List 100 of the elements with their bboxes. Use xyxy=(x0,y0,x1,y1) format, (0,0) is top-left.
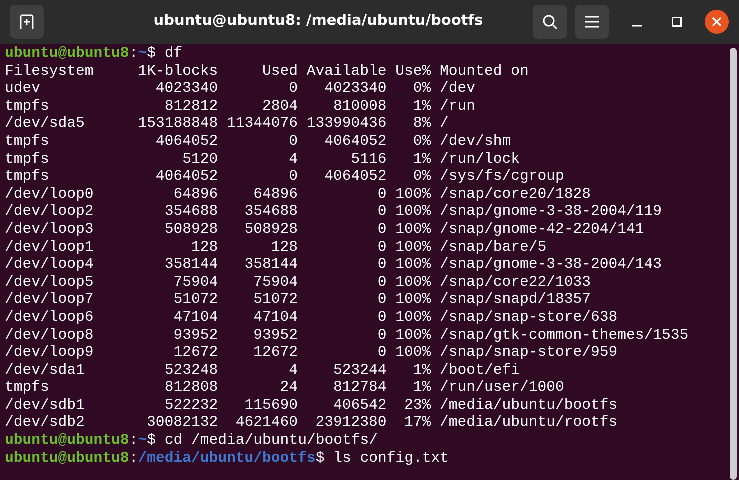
table-cell-text: 4 xyxy=(288,362,298,380)
table-cell-text: 0 xyxy=(376,240,387,258)
table-cell-text: /snap/snap-store/959 xyxy=(440,345,619,363)
table-cell-text: 0% xyxy=(412,81,432,99)
table-cell: 100% xyxy=(396,310,432,328)
table-cell-text: /boot/efi xyxy=(440,362,521,380)
table-cell-text: /snap/core22/1033 xyxy=(440,274,592,292)
command-text: df xyxy=(164,46,183,64)
table-cell-text: /media/ubuntu/rootfs xyxy=(440,415,619,434)
table-cell-text: 64896 xyxy=(172,186,218,204)
table-cell-text: 24 xyxy=(279,380,298,398)
table-cell-text: 93952 xyxy=(172,328,218,346)
table-cell-text: 47104 xyxy=(172,310,218,328)
table-cell-text: 4064052 xyxy=(324,134,387,152)
table-cell: 100% xyxy=(396,292,432,310)
search-button[interactable] xyxy=(533,5,567,39)
table-cell: 11344076 xyxy=(226,116,298,134)
table-cell: 100% xyxy=(396,186,432,204)
table-cell-text: 23% xyxy=(404,398,432,416)
table-cell-text: 4023340 xyxy=(324,81,387,99)
scrollbar[interactable] xyxy=(730,48,737,480)
table-cell: 100% xyxy=(396,240,432,258)
table-cell-text: 75904 xyxy=(252,274,298,292)
command-text: cd /media/ubuntu/bootfs/ xyxy=(164,433,378,451)
table-cell-text: /dev/loop4 xyxy=(5,257,95,275)
new-tab-button[interactable] xyxy=(10,5,44,39)
table-cell-text: 1% xyxy=(412,98,432,116)
table-cell: 100% xyxy=(396,274,432,292)
table-cell: 100% xyxy=(396,328,432,346)
table-cell-text: tmpfs xyxy=(5,98,50,116)
table-cell-text: /snap/gnome-3-38-2004/119 xyxy=(440,204,664,222)
prompt-symbol: $ xyxy=(316,450,325,468)
table-cell-text: 0 xyxy=(376,257,387,275)
table-cell-text: 4064052 xyxy=(324,169,387,187)
table-cell-text: /sys/fs/cgroup xyxy=(440,169,566,187)
menu-button[interactable] xyxy=(575,5,609,39)
table-cell-text: /dev/loop6 xyxy=(5,310,95,328)
table-cell-text: 1% xyxy=(412,362,432,380)
table-cell-text: 128 xyxy=(270,240,298,258)
table-cell-text: 812784 xyxy=(332,380,387,398)
table-cell-text: 51072 xyxy=(172,292,218,310)
table-cell-text: 4621460 xyxy=(234,415,298,433)
table-cell-text: 12672 xyxy=(252,345,298,363)
table-cell-text: /dev/loop9 xyxy=(5,345,95,363)
table-cell-text: 0 xyxy=(376,328,387,346)
close-icon xyxy=(712,17,722,27)
table-cell-text: tmpfs xyxy=(5,169,50,187)
prompt-path: /media/ubuntu/bootfs xyxy=(138,450,316,468)
table-cell-text: 523248 xyxy=(164,362,218,380)
table-cell-text: 812808 xyxy=(164,380,218,398)
table-cell-text: /snap/core20/1828 xyxy=(440,186,592,204)
table-cell: 100% xyxy=(396,222,432,240)
prompt-symbol: $ xyxy=(147,46,156,64)
table-cell-text: /dev/sda1 xyxy=(5,362,86,380)
table-cell-text: /snap/snap-store/638 xyxy=(440,310,619,328)
table-cell-text: /dev xyxy=(440,81,477,99)
table-cell-text: /run/lock xyxy=(440,152,521,169)
table-cell-text: / xyxy=(440,116,450,134)
table-cell-text: 522232 xyxy=(164,398,218,416)
table-cell-text: 12672 xyxy=(172,345,218,363)
new-tab-icon xyxy=(19,14,35,30)
table-cell-text: 115690 xyxy=(244,398,298,416)
prompt-symbol: $ xyxy=(147,433,156,451)
table-cell-text: 47104 xyxy=(252,310,298,328)
table-cell-text: 5116 xyxy=(350,152,387,170)
column-header: Used xyxy=(261,64,298,82)
table-cell-text: /dev/loop7 xyxy=(5,292,95,310)
table-cell-text: 810008 xyxy=(332,98,387,116)
table-cell-text: /snap/gtk-common-themes/1535 xyxy=(440,328,689,345)
table-cell-text: /snap/bare/5 xyxy=(440,240,548,257)
close-button[interactable] xyxy=(705,10,729,34)
table-cell: 153188848 xyxy=(138,116,218,134)
table-cell-text: udev xyxy=(5,81,42,99)
prompt-separator: : xyxy=(129,46,138,64)
prompt-user: ubuntu@ubuntu8 xyxy=(5,46,130,64)
table-cell-text: 5120 xyxy=(182,152,218,170)
table-cell-text: /dev/shm xyxy=(440,134,512,152)
prompt-path: ~ xyxy=(138,433,148,451)
prompt-path: ~ xyxy=(138,46,148,64)
table-cell-text: /run xyxy=(440,98,477,116)
table-cell-text: 8% xyxy=(412,116,432,134)
table-cell-text: 0 xyxy=(288,134,298,152)
table-cell-text: /snap/gnome-42-2204/141 xyxy=(440,222,646,240)
column-header: 1K-blocks xyxy=(138,64,218,82)
table-cell-text: /dev/loop0 xyxy=(5,186,95,204)
table-cell-text: 354688 xyxy=(164,204,218,222)
table-cell-text: 93952 xyxy=(252,328,298,346)
maximize-icon xyxy=(672,17,682,27)
table-cell-text: 508928 xyxy=(244,222,298,240)
table-cell-text: 358144 xyxy=(164,257,218,275)
table-cell-text: 508928 xyxy=(164,222,218,240)
table-cell-text: /dev/loop3 xyxy=(5,222,95,240)
table-cell-text: 354688 xyxy=(244,204,298,222)
prompt-user: ubuntu@ubuntu8 xyxy=(5,450,130,468)
table-cell-text: 0 xyxy=(288,81,298,99)
table-cell-text: 0 xyxy=(376,274,387,292)
table-cell-text: 0 xyxy=(376,310,387,328)
table-cell: 100% xyxy=(396,204,432,222)
table-cell-text: 4064052 xyxy=(154,169,218,187)
column-header: Mounted on xyxy=(440,64,530,81)
